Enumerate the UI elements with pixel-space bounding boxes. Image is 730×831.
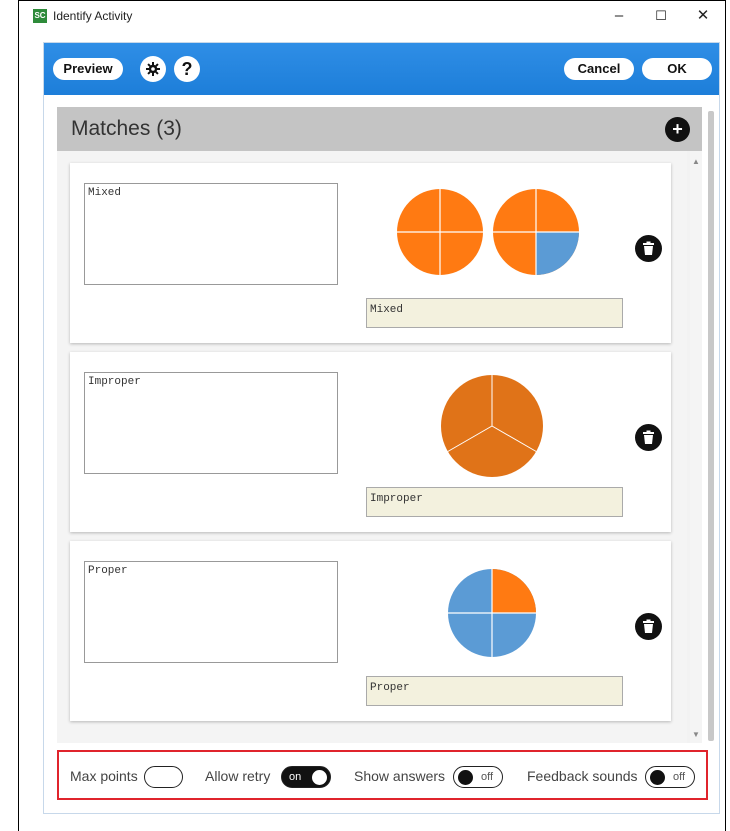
help-button[interactable]: ? <box>174 56 200 82</box>
app-window: SC Identify Activity – ☐ ✕ Preview ? Can… <box>18 0 726 831</box>
match-image[interactable] <box>395 186 585 278</box>
toggle-knob <box>650 770 665 785</box>
trash-icon <box>643 619 654 633</box>
app-icon: SC <box>33 9 47 23</box>
allow-retry-label: Allow retry <box>205 768 271 784</box>
activity-dialog: Preview ? Cancel OK Matches (3) + Mixed … <box>43 42 720 814</box>
delete-match-button[interactable] <box>635 424 662 451</box>
match-image[interactable] <box>447 568 537 658</box>
match-card: Mixed Mixed <box>70 163 671 343</box>
match-card: Improper Improper <box>70 352 671 532</box>
feedback-sounds-toggle[interactable]: off <box>645 766 695 788</box>
matches-list: Mixed Mixed Improper Improper Proper Pro… <box>57 151 687 743</box>
toggle-knob <box>458 770 473 785</box>
answer-text-field[interactable]: Mixed <box>84 183 338 285</box>
answer-text-field[interactable]: Proper <box>84 561 338 663</box>
close-button[interactable]: ✕ <box>688 5 718 27</box>
window-title: Identify Activity <box>53 9 133 23</box>
toggle-knob <box>312 770 327 785</box>
matches-header: Matches (3) + <box>57 107 702 151</box>
allow-retry-state: on <box>289 771 302 783</box>
image-label-field[interactable]: Improper <box>366 487 623 517</box>
show-answers-label: Show answers <box>354 768 446 784</box>
maximize-button[interactable]: ☐ <box>646 5 676 27</box>
settings-button[interactable] <box>140 56 166 82</box>
image-label-field[interactable]: Mixed <box>366 298 623 328</box>
show-answers-toggle[interactable]: off <box>453 766 503 788</box>
minimize-button[interactable]: – <box>604 5 634 27</box>
match-card: Proper Proper <box>70 541 671 721</box>
list-scrollbar[interactable]: ▲ ▼ <box>690 151 702 743</box>
title-bar: SC Identify Activity – ☐ ✕ <box>19 0 725 30</box>
match-image[interactable] <box>440 374 544 478</box>
matches-panel: Matches (3) + Mixed Mixed Improper Impro… <box>57 107 702 743</box>
dialog-toolbar: Preview ? Cancel OK <box>44 43 719 95</box>
dialog-scrollbar[interactable] <box>708 111 714 741</box>
ok-button[interactable]: OK <box>642 58 712 80</box>
add-match-button[interactable]: + <box>665 117 690 142</box>
scroll-up-icon[interactable]: ▲ <box>692 157 700 166</box>
settings-footer: Max points Allow retry on Show answers o… <box>57 750 708 800</box>
cancel-button[interactable]: Cancel <box>564 58 634 80</box>
answer-text-field[interactable]: Improper <box>84 372 338 474</box>
delete-match-button[interactable] <box>635 235 662 262</box>
gear-icon <box>146 62 160 76</box>
feedback-sounds-state: off <box>673 771 686 783</box>
trash-icon <box>643 241 654 255</box>
show-answers-state: off <box>481 771 494 783</box>
preview-button[interactable]: Preview <box>53 58 123 80</box>
scroll-down-icon[interactable]: ▼ <box>692 730 700 739</box>
delete-match-button[interactable] <box>635 613 662 640</box>
max-points-toggle[interactable] <box>144 766 183 788</box>
feedback-sounds-label: Feedback sounds <box>527 768 638 784</box>
max-points-label: Max points <box>70 768 138 784</box>
trash-icon <box>643 430 654 444</box>
matches-title: Matches (3) <box>71 117 182 140</box>
allow-retry-toggle[interactable]: on <box>281 766 331 788</box>
image-label-field[interactable]: Proper <box>366 676 623 706</box>
